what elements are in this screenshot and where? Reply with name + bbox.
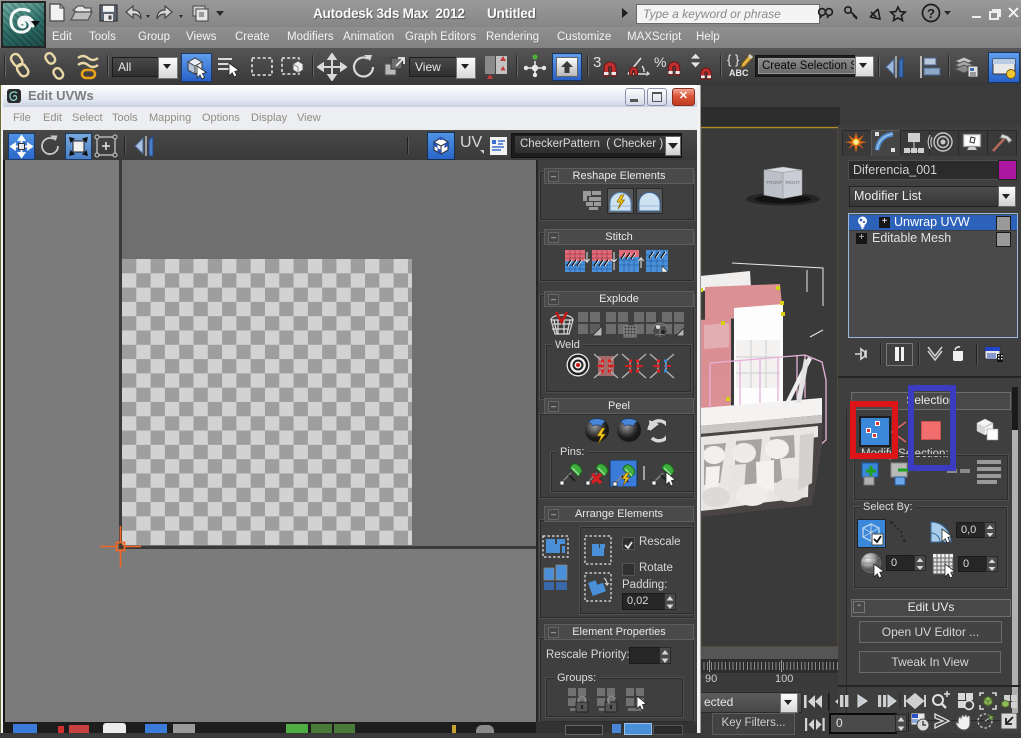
svg-text:RIGHT: RIGHT	[786, 180, 800, 185]
svg-text:?: ?	[927, 6, 935, 21]
svg-text:FRONT: FRONT	[767, 180, 783, 185]
